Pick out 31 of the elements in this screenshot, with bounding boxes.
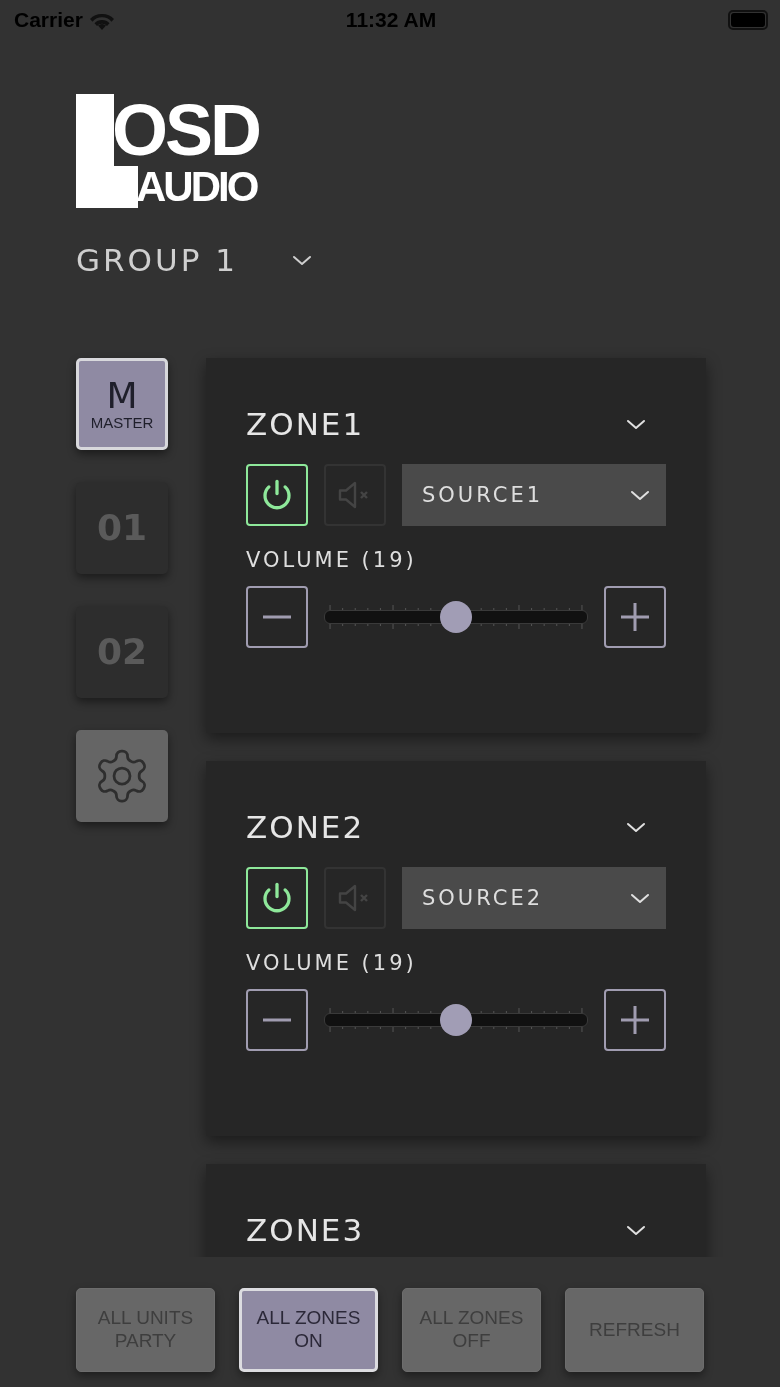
volume-down-button[interactable] [246, 586, 308, 648]
chevron-down-icon [291, 254, 312, 266]
chevron-down-icon [630, 489, 650, 501]
chevron-down-icon [626, 418, 646, 430]
zone-title: ZONE3 [246, 1212, 365, 1248]
volume-down-button[interactable] [246, 989, 308, 1051]
chevron-down-icon [626, 821, 646, 833]
plus-icon [621, 603, 649, 631]
zone-title: ZONE1 [246, 406, 365, 442]
volume-up-button[interactable] [604, 989, 666, 1051]
chevron-down-icon [630, 892, 650, 904]
plus-icon [621, 1006, 649, 1034]
source-dropdown[interactable]: SOURCE1 [402, 464, 666, 526]
source-dropdown[interactable]: SOURCE2 [402, 867, 666, 929]
volume-label: VOLUME (19) [246, 951, 418, 975]
logo-text: AUDIO [76, 166, 257, 208]
slider-thumb[interactable] [440, 1004, 472, 1036]
volume-label: VOLUME (19) [246, 548, 418, 572]
action-button[interactable]: ALL ZONES ON [239, 1288, 378, 1372]
slider-thumb[interactable] [440, 601, 472, 633]
zone-title: ZONE2 [246, 809, 365, 845]
logo-text: OSD [76, 94, 260, 166]
power-button[interactable] [246, 464, 308, 526]
power-button[interactable] [246, 867, 308, 929]
chevron-down-icon [626, 1224, 646, 1236]
master-button[interactable]: M MASTER [76, 358, 168, 450]
minus-icon [263, 615, 291, 619]
minus-icon [263, 1018, 291, 1022]
group-selector[interactable]: GROUP 1 [76, 242, 238, 278]
volume-up-button[interactable] [604, 586, 666, 648]
battery-icon [728, 10, 768, 30]
